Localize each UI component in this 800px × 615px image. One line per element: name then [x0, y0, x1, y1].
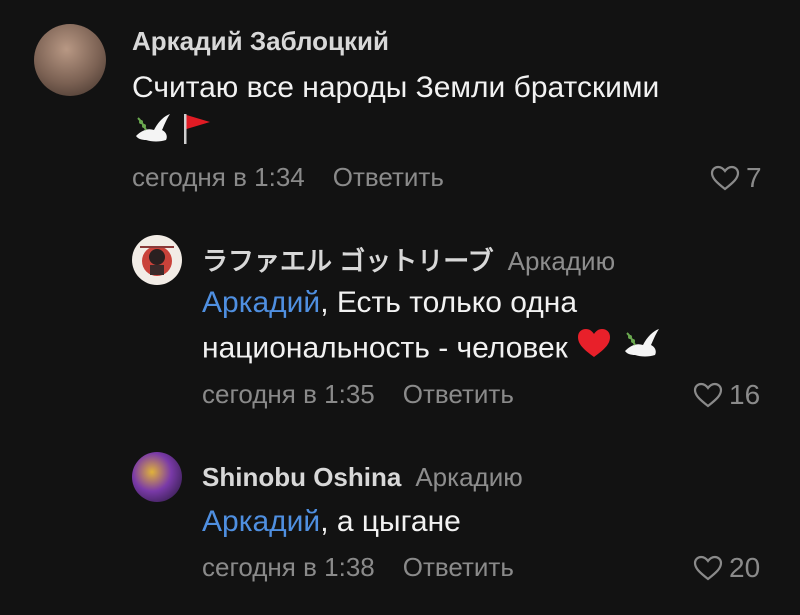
- reply-to: Аркадию: [415, 462, 523, 492]
- reply-to: Аркадию: [507, 246, 616, 276]
- like-button[interactable]: 7: [710, 162, 762, 194]
- comment-arkadiy: Аркадий Заблоцкий Считаю все народы Земл…: [0, 0, 800, 215]
- reply-button[interactable]: Ответить: [333, 162, 444, 192]
- reply-button[interactable]: Ответить: [403, 379, 514, 409]
- comment-text-segment: , Есть только одна: [320, 286, 578, 319]
- comment-text-line: Аркадий, Есть только одна: [202, 281, 782, 325]
- comment-meta: сегодня в 1:34 Ответить: [132, 162, 444, 193]
- comment-text: Аркадий, а цыгане: [202, 500, 782, 544]
- comment-author-name[interactable]: Shinobu Oshina: [202, 462, 401, 492]
- avatar[interactable]: [132, 452, 182, 502]
- reply-rafael: ラファエル ゴットリーブ Аркадию Аркадий, Есть только…: [0, 215, 800, 440]
- avatar[interactable]: [132, 235, 182, 285]
- avatar[interactable]: [34, 24, 106, 96]
- red-heart-icon: [576, 327, 612, 372]
- comment-author: Shinobu Oshina Аркадию: [202, 462, 523, 493]
- comment-time: сегодня в 1:38: [202, 552, 375, 582]
- comment-text-segment: национальность - человек: [202, 331, 568, 365]
- comment-time: сегодня в 1:35: [202, 379, 375, 409]
- reply-shinobu: Shinobu Oshina Аркадию Аркадий, а цыгане …: [0, 440, 800, 615]
- comment-time: сегодня в 1:34: [132, 162, 305, 192]
- heart-outline-icon: [693, 555, 723, 581]
- comment-text-line: Аркадий, а цыгане: [202, 500, 782, 544]
- comment-author: ラファエル ゴットリーブ Аркадию: [202, 241, 615, 278]
- comment-text-line: Считаю все народы Земли братскими: [132, 71, 660, 104]
- like-count: 20: [729, 552, 761, 583]
- mention-link[interactable]: Аркадий: [202, 286, 320, 319]
- comment-text: Считаю все народы Земли братскими: [132, 66, 782, 154]
- dove-icon: [621, 325, 661, 374]
- like-button[interactable]: 20: [693, 552, 760, 584]
- mention-link[interactable]: Аркадий: [202, 505, 320, 538]
- like-count: 7: [746, 162, 762, 193]
- comment-text: Аркадий, Есть только одна национальность…: [202, 281, 782, 374]
- dove-icon: [132, 110, 172, 159]
- heart-outline-icon: [693, 382, 723, 408]
- comment-text-segment: , а цыгане: [320, 505, 461, 538]
- reply-button[interactable]: Ответить: [403, 552, 514, 582]
- like-button[interactable]: 16: [693, 379, 760, 411]
- like-count: 16: [729, 379, 761, 410]
- comment-text-line: национальность - человек: [202, 325, 782, 374]
- comment-author-name[interactable]: ラファエル ゴットリーブ: [202, 246, 494, 276]
- heart-outline-icon: [710, 165, 740, 191]
- red-flag-icon: [180, 110, 214, 159]
- comment-author[interactable]: Аркадий Заблоцкий: [132, 26, 389, 57]
- comment-meta: сегодня в 1:35 Ответить: [202, 379, 514, 410]
- comment-meta: сегодня в 1:38 Ответить: [202, 552, 514, 583]
- comment-emojis: [132, 110, 782, 154]
